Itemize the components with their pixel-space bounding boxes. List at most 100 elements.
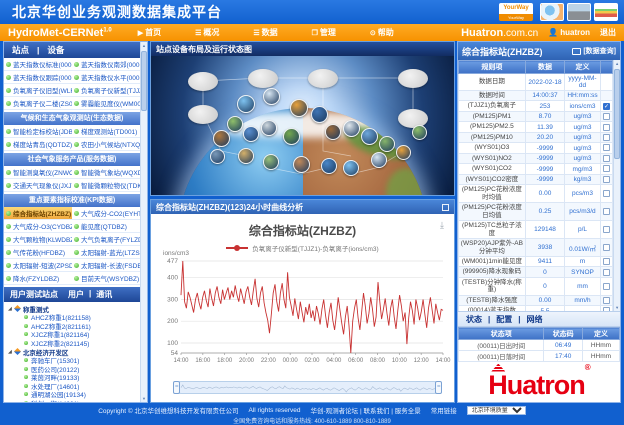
device-item[interactable]: 太阳辐射-长波(FSDBZ) bbox=[72, 259, 140, 272]
footer-links[interactable]: 华创-观测者论坛 | 联系我们 | 服务全景 bbox=[311, 405, 421, 415]
device-item[interactable]: 智能微气象站(WQXDZ) bbox=[72, 166, 140, 179]
device-item[interactable]: 梯度观测站(TD001) bbox=[72, 125, 140, 138]
device-item[interactable]: 梯度站青岛(QDTDZ) bbox=[4, 138, 72, 151]
device-node-icon[interactable] bbox=[213, 130, 230, 147]
road-thumbnail[interactable] bbox=[567, 3, 591, 21]
device-node-icon[interactable] bbox=[371, 152, 387, 168]
device-item[interactable]: 气传花粉(HFDBZ) bbox=[4, 246, 72, 259]
device-item[interactable]: 蓝天指数仪标准(00011) bbox=[4, 58, 72, 71]
device-node-icon[interactable] bbox=[412, 125, 427, 140]
device-node-icon[interactable] bbox=[210, 149, 225, 164]
line-chart[interactable]: 5410020030040047714:0016:0018:0020:0022:… bbox=[155, 255, 451, 377]
checkbox[interactable] bbox=[603, 226, 610, 233]
nav-item-1[interactable]: ☰概况 bbox=[195, 27, 219, 38]
device-item[interactable]: 负氧离子仪二楼(ZS001) bbox=[4, 97, 72, 110]
device-item[interactable]: 交通天气现象仪(JXJT1) bbox=[4, 179, 72, 192]
device-item[interactable]: 太阳辐射-短波(ZPSDBZ) bbox=[4, 259, 72, 272]
chart-legend[interactable]: 负氧离子仪新型(TJJZ1)-负氧离子(ions/cm3) bbox=[151, 243, 454, 253]
status-tab-2[interactable]: 网络 bbox=[527, 314, 543, 325]
chart-thumbnail[interactable] bbox=[594, 3, 618, 21]
placeholder-node-icon[interactable] bbox=[398, 109, 428, 128]
device-item[interactable]: 太阳辐射-蓝光(LTZSDBZ) bbox=[72, 246, 140, 259]
placeholder-node-icon[interactable] bbox=[308, 69, 338, 88]
tab-stations[interactable]: 站点 bbox=[12, 44, 29, 56]
checkbox[interactable] bbox=[603, 208, 610, 215]
download-icon[interactable]: ⤓ bbox=[440, 220, 444, 231]
nav-item-2[interactable]: ☰数据 bbox=[253, 27, 277, 38]
device-item[interactable]: 农田小气候站(NTXQH) bbox=[72, 138, 140, 151]
device-node-icon[interactable] bbox=[293, 156, 310, 173]
device-node-icon[interactable] bbox=[343, 160, 359, 176]
checkbox[interactable] bbox=[603, 258, 610, 265]
tab-devices[interactable]: 设备 bbox=[47, 44, 64, 56]
user-account[interactable]: 👤huatron bbox=[548, 28, 590, 37]
device-item[interactable]: 能见度(QTDBZ) bbox=[72, 220, 140, 233]
device-node-icon[interactable] bbox=[238, 148, 254, 164]
device-item[interactable]: 大气颗粒物(KLWDBZ) bbox=[4, 233, 72, 246]
device-item[interactable]: 大气负氧离子(FYLZDBZ) bbox=[72, 233, 140, 246]
checkbox[interactable] bbox=[603, 113, 610, 120]
checkbox[interactable] bbox=[603, 190, 610, 197]
device-node-icon[interactable] bbox=[343, 120, 360, 137]
tree-leaf[interactable]: 科创一街(14001) bbox=[8, 399, 140, 403]
device-item[interactable]: 智能测臭氧仪(ZNWCY) bbox=[4, 166, 72, 179]
checkbox[interactable] bbox=[603, 124, 610, 131]
map-thumbnail[interactable] bbox=[540, 3, 564, 21]
placeholder-node-icon[interactable] bbox=[398, 69, 428, 88]
slider-handle-left[interactable] bbox=[173, 381, 180, 394]
checkbox[interactable] bbox=[603, 297, 610, 304]
device-node-icon[interactable] bbox=[227, 116, 243, 132]
sidebar-scrollbar[interactable]: ▲ ▼ bbox=[140, 42, 147, 402]
tab-comms[interactable]: 通讯 bbox=[96, 289, 112, 300]
device-item[interactable]: 蓝天指数仪南郊(00012) bbox=[72, 58, 140, 71]
nav-item-3[interactable]: ❐管理 bbox=[312, 27, 336, 38]
checkbox[interactable] bbox=[603, 155, 610, 162]
device-node-icon[interactable] bbox=[261, 120, 277, 136]
status-tab-1[interactable]: 配置 bbox=[496, 314, 512, 325]
device-node-icon[interactable] bbox=[243, 126, 259, 142]
device-node-icon[interactable] bbox=[325, 124, 341, 140]
checkbox[interactable] bbox=[603, 165, 610, 172]
device-node-icon[interactable] bbox=[263, 88, 280, 105]
device-node-icon[interactable] bbox=[379, 136, 395, 152]
device-node-icon[interactable] bbox=[263, 154, 279, 170]
device-item[interactable]: 降水(FZYLDBZ) bbox=[4, 272, 72, 285]
tab-users[interactable]: 用户 bbox=[68, 289, 84, 300]
nav-item-4[interactable]: ⊙帮助 bbox=[370, 27, 394, 38]
device-item[interactable]: 大气成分-CO2(EYHTDB) bbox=[72, 207, 140, 220]
checkbox[interactable] bbox=[603, 176, 610, 183]
device-node-icon[interactable] bbox=[283, 128, 300, 145]
checkbox[interactable] bbox=[603, 244, 610, 251]
device-node-icon[interactable] bbox=[321, 158, 337, 174]
checkbox[interactable] bbox=[603, 283, 610, 290]
device-item[interactable]: 智能检定标校站(JDBXZ) bbox=[4, 125, 72, 138]
placeholder-node-icon[interactable] bbox=[188, 105, 218, 124]
device-node-icon[interactable] bbox=[361, 128, 378, 145]
indicator-table-scrollbar[interactable]: ▲ ▼ bbox=[613, 60, 620, 311]
device-item[interactable]: 大气成分-O3(CYDBZ) bbox=[4, 220, 72, 233]
device-node-icon[interactable] bbox=[290, 99, 308, 117]
checkbox[interactable] bbox=[603, 269, 610, 276]
placeholder-node-icon[interactable] bbox=[188, 72, 218, 91]
logout-button[interactable]: 退出 bbox=[600, 27, 616, 38]
site-link[interactable]: Huatron.com.cn bbox=[461, 27, 538, 39]
device-node-icon[interactable] bbox=[396, 145, 411, 160]
device-item[interactable]: 目前天气(WSYDBZ) bbox=[72, 272, 140, 285]
device-item[interactable]: 综合指标站(ZHZBZ) bbox=[4, 207, 72, 220]
checkbox-checked[interactable]: ✓ bbox=[603, 103, 610, 110]
slider-handle-right[interactable] bbox=[435, 381, 442, 394]
yourway-badge[interactable]: YourWay YourWay bbox=[499, 3, 533, 21]
device-item[interactable]: 雾霾能见度仪(WM001) bbox=[72, 97, 140, 110]
device-node-icon[interactable] bbox=[237, 95, 255, 113]
placeholder-node-icon[interactable] bbox=[248, 69, 278, 88]
device-item[interactable]: 负氧离子仪新型(TJJZ1) bbox=[72, 84, 140, 97]
quick-links-select[interactable]: 北京环境质量 bbox=[467, 406, 526, 415]
device-node-icon[interactable] bbox=[311, 106, 328, 123]
maximize-icon[interactable] bbox=[442, 204, 449, 211]
checkbox[interactable] bbox=[603, 134, 610, 141]
status-tab-0[interactable]: 状态 bbox=[466, 314, 482, 325]
expander-icon[interactable]: ◢ bbox=[8, 349, 12, 355]
device-layout-map[interactable] bbox=[151, 56, 454, 195]
nav-item-0[interactable]: ▶首页 bbox=[138, 27, 161, 38]
data-query-button[interactable]: [数据查询] bbox=[583, 46, 616, 56]
